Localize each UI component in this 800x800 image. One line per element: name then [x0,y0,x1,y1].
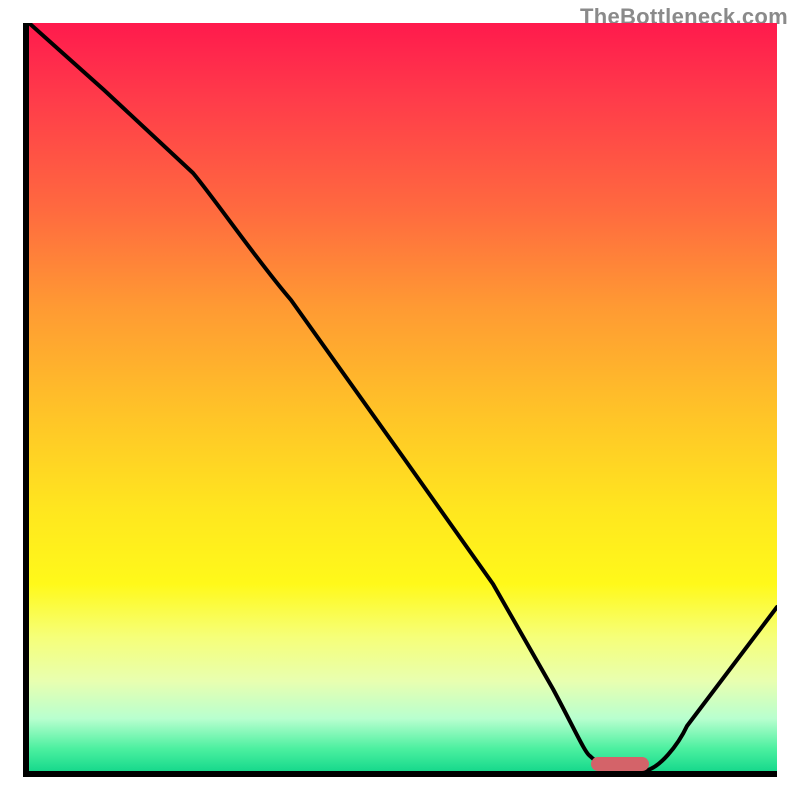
background-gradient [29,23,777,771]
optimal-marker [591,757,649,771]
chart-container: TheBottleneck.com [0,0,800,800]
plot-area [23,23,777,777]
